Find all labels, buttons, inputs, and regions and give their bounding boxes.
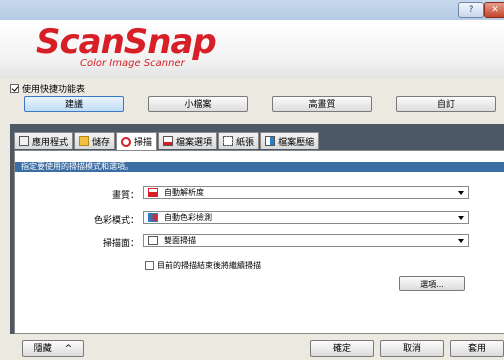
preset-custom-button[interactable]: 自訂: [396, 96, 496, 112]
close-button[interactable]: ✕: [484, 2, 504, 18]
duplex-page-icon: [148, 236, 158, 245]
quality-label: 畫質：: [111, 191, 139, 201]
quality-value: 自動解析度: [164, 188, 204, 197]
chevron-down-icon: [458, 216, 464, 220]
quick-menu-label: 使用快捷功能表: [22, 84, 86, 95]
help-button[interactable]: ?: [458, 2, 484, 18]
color-mode-icon: [148, 213, 158, 222]
apply-button[interactable]: 套用: [450, 340, 504, 357]
quick-menu-checkbox[interactable]: [10, 83, 19, 93]
tab-label: 應用程式: [32, 137, 69, 148]
preset-high-quality-button[interactable]: 高畫質: [272, 96, 372, 112]
hide-label: 隱藏: [33, 344, 52, 354]
file-icon: [163, 136, 174, 146]
chevron-up-icon: ^: [64, 344, 73, 354]
tab-label: 檔案選項: [176, 137, 213, 148]
scan-side-dropdown[interactable]: 雙面掃描: [143, 234, 469, 247]
scan-side-value: 雙面掃描: [164, 236, 196, 245]
tab-label: 儲存: [92, 137, 111, 148]
tab-bar: 應用程式 儲存 掃描 檔案選項 紙張 檔案壓縮: [14, 132, 320, 150]
title-bar: ? ✕: [0, 0, 504, 20]
application-icon: [19, 136, 29, 146]
chevron-down-icon: [458, 191, 464, 195]
scan-side-label: 掃描面：: [102, 239, 139, 249]
tab-scan[interactable]: 掃描: [116, 132, 158, 150]
scansnap-logo: ScanSnap: [36, 22, 217, 62]
tab-application[interactable]: 應用程式: [14, 132, 74, 149]
tab-file-options[interactable]: 檔案選項: [158, 132, 218, 149]
preset-small-file-button[interactable]: 小檔案: [148, 96, 248, 112]
paper-icon: [223, 136, 234, 146]
scan-icon: [121, 136, 132, 147]
compression-icon: [265, 136, 276, 146]
continue-scan-label: 目前的掃描結束後將繼續掃描: [157, 261, 261, 270]
quality-icon: [148, 188, 158, 197]
quick-menu-option[interactable]: 使用快捷功能表: [10, 82, 86, 95]
continue-scan-checkbox[interactable]: [145, 261, 154, 270]
folder-icon: [79, 136, 90, 146]
scan-tab-content: 指定要使用的掃描模式和選項。 畫質： 自動解析度 色彩模式： 自動色彩檢測 掃描…: [14, 150, 504, 334]
hide-button[interactable]: 隱藏 ^: [22, 340, 84, 357]
preset-recommended-button[interactable]: 建議: [24, 96, 124, 112]
tab-label: 檔案壓縮: [278, 137, 315, 148]
tab-compression[interactable]: 檔案壓縮: [260, 132, 320, 149]
ok-button[interactable]: 確定: [310, 340, 374, 357]
tab-paper[interactable]: 紙張: [218, 132, 260, 149]
logo-subtitle: Color Image Scanner: [80, 58, 185, 69]
tab-label: 掃描: [134, 138, 153, 148]
tab-label: 紙張: [236, 137, 255, 148]
quality-dropdown[interactable]: 自動解析度: [143, 186, 469, 199]
options-button[interactable]: 選項...: [399, 276, 465, 291]
color-mode-label: 色彩模式：: [93, 216, 139, 226]
logo-banner: ScanSnap Color Image Scanner: [0, 20, 504, 78]
cancel-button[interactable]: 取消: [380, 340, 444, 357]
tab-save[interactable]: 儲存: [74, 132, 116, 149]
color-mode-value: 自動色彩檢測: [164, 213, 212, 222]
instruction-text: 指定要使用的掃描模式和選項。: [15, 162, 504, 172]
color-mode-dropdown[interactable]: 自動色彩檢測: [143, 211, 469, 224]
continue-scan-option[interactable]: 目前的掃描結束後將繼續掃描: [145, 260, 261, 271]
chevron-down-icon: [458, 239, 464, 243]
